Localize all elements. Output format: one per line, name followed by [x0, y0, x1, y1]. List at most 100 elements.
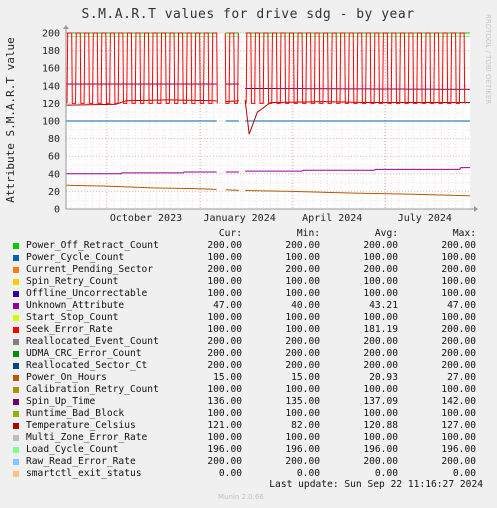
legend-min-value: 200.00: [285, 456, 320, 467]
legend-swatch: [13, 291, 19, 297]
munin-version: Munin 2.0.66: [218, 493, 264, 501]
legend-max-value: 100.00: [441, 408, 476, 419]
legend-cur-value: 200.00: [207, 336, 242, 347]
legend-avg-value: 100.00: [363, 252, 398, 263]
legend-max-value: 200.00: [441, 456, 476, 467]
legend: Cur: Min: Avg: Max: Power_Off_Retract_Co…: [12, 228, 484, 480]
legend-cur-value: 0.00: [218, 468, 242, 479]
legend-swatch: [13, 243, 19, 249]
legend-cur-value: 100.00: [207, 384, 242, 395]
legend-avg-value: 100.00: [363, 276, 398, 287]
legend-cur-value: 200.00: [207, 264, 242, 275]
legend-min-value: 100.00: [285, 312, 320, 323]
y-tick-label: 80: [48, 134, 60, 145]
header-cur: Cur:: [218, 228, 242, 239]
legend-name: Power_On_Hours: [26, 372, 107, 383]
y-tick-label: 60: [48, 152, 60, 163]
rrdtool-watermark: RRDTOOL / TOBI OETIKER: [484, 14, 492, 104]
legend-cur-value: 100.00: [207, 252, 242, 263]
legend-swatch: [13, 459, 19, 465]
legend-row: Raw_Read_Error_Rate 200.00 200.00 200.00 200…: [12, 456, 484, 468]
legend-min-value: 100.00: [285, 384, 320, 395]
legend-swatch: [13, 471, 19, 477]
legend-row: Seek_Error_Rate 100.00 100.00 181.19 200.00: [12, 324, 484, 336]
legend-name: Offline_Uncorrectable: [26, 288, 148, 299]
legend-rows: Power_Off_Retract_Count 200.00 200.00 200.0…: [12, 240, 484, 480]
x-tick-label: January 2024: [204, 213, 276, 224]
legend-row: Spin_Retry_Count 100.00 100.00 100.00 100.00: [12, 276, 484, 288]
legend-swatch: [13, 315, 19, 321]
legend-name: Load_Cycle_Count: [26, 444, 119, 455]
legend-max-value: 100.00: [441, 432, 476, 443]
legend-row: Power_On_Hours 15.00 15.00 20.93 27.00: [12, 372, 484, 384]
legend-row: Reallocated_Sector_Ct 200.00 200.00 200.00 2…: [12, 360, 484, 372]
y-tick-label: 140: [42, 81, 60, 92]
legend-avg-value: 200.00: [363, 240, 398, 251]
y-tick-label: 180: [42, 46, 60, 57]
legend-max-value: 100.00: [441, 312, 476, 323]
legend-min-value: 15.00: [291, 372, 320, 383]
legend-cur-value: 100.00: [207, 276, 242, 287]
legend-max-value: 200.00: [441, 336, 476, 347]
legend-row: Load_Cycle_Count 196.00 196.00 196.00 196.00: [12, 444, 484, 456]
legend-cur-value: 100.00: [207, 312, 242, 323]
legend-avg-value: 200.00: [363, 348, 398, 359]
legend-min-value: 196.00: [285, 444, 320, 455]
legend-min-value: 200.00: [285, 360, 320, 371]
legend-row: Unknown_Attribute 47.00 40.00 43.21 47.00: [12, 300, 484, 312]
legend-min-value: 100.00: [285, 324, 320, 335]
legend-name: Spin_Retry_Count: [26, 276, 119, 287]
legend-name: Calibration_Retry_Count: [26, 384, 159, 395]
header-avg: Avg:: [374, 228, 398, 239]
legend-name: Power_Cycle_Count: [26, 252, 125, 263]
legend-name: Current_Pending_Sector: [26, 264, 154, 275]
legend-max-value: 196.00: [441, 444, 476, 455]
y-tick-label: 120: [42, 99, 60, 110]
legend-min-value: 100.00: [285, 276, 320, 287]
legend-name: Seek_Error_Rate: [26, 324, 113, 335]
legend-max-value: 127.00: [441, 420, 476, 431]
legend-max-value: 200.00: [441, 360, 476, 371]
y-tick-label: 200: [42, 29, 60, 40]
x-tick-label: April 2024: [302, 213, 362, 224]
legend-swatch: [13, 327, 19, 333]
y-tick-label: 160: [42, 64, 60, 75]
legend-row: Start_Stop_Count 100.00 100.00 100.00 100.00: [12, 312, 484, 324]
legend-swatch: [13, 423, 19, 429]
legend-row: Runtime_Bad_Block 100.00 100.00 100.00 100.0…: [12, 408, 484, 420]
legend-name: Temperature_Celsius: [26, 420, 136, 431]
legend-min-value: 100.00: [285, 432, 320, 443]
legend-row: UDMA_CRC_Error_Count 200.00 200.00 200.00 20…: [12, 348, 484, 360]
legend-row: Spin_Up_Time 136.00 135.00 137.09 142.00: [12, 396, 484, 408]
legend-cur-value: 196.00: [207, 444, 242, 455]
legend-max-value: 100.00: [441, 252, 476, 263]
legend-swatch: [13, 351, 19, 357]
legend-max-value: 27.00: [447, 372, 476, 383]
legend-cur-value: 100.00: [207, 432, 242, 443]
y-tick-label: 0: [54, 205, 60, 216]
legend-min-value: 40.00: [291, 300, 320, 311]
legend-swatch: [13, 279, 19, 285]
legend-swatch: [13, 375, 19, 381]
y-tick-label: 40: [48, 169, 60, 180]
legend-min-value: 100.00: [285, 408, 320, 419]
legend-row: Multi_Zone_Error_Rate 100.00 100.00 100.00 1…: [12, 432, 484, 444]
legend-swatch: [13, 267, 19, 273]
last-update: Last update: Sun Sep 22 11:16:27 2024: [269, 479, 483, 490]
legend-swatch: [13, 339, 19, 345]
legend-avg-value: 181.19: [363, 324, 398, 335]
legend-avg-value: 200.00: [363, 264, 398, 275]
legend-name: Reallocated_Event_Count: [26, 336, 159, 347]
chart-title: S.M.A.R.T values for drive sdg - by year: [81, 7, 414, 22]
legend-min-value: 100.00: [285, 288, 320, 299]
legend-row: Temperature_Celsius 121.00 82.00 120.88 127.…: [12, 420, 484, 432]
legend-row: Calibration_Retry_Count 100.00 100.00 100.0…: [12, 384, 484, 396]
legend-avg-value: 137.09: [363, 396, 398, 407]
chart: S.M.A.R.T values for drive sdg - by year…: [4, 7, 492, 224]
legend-avg-value: 200.00: [363, 360, 398, 371]
legend-cur-value: 200.00: [207, 348, 242, 359]
y-axis-arrow: [63, 25, 69, 29]
legend-name: Unknown_Attribute: [26, 300, 125, 311]
legend-swatch: [13, 303, 19, 309]
legend-cur-value: 100.00: [207, 288, 242, 299]
